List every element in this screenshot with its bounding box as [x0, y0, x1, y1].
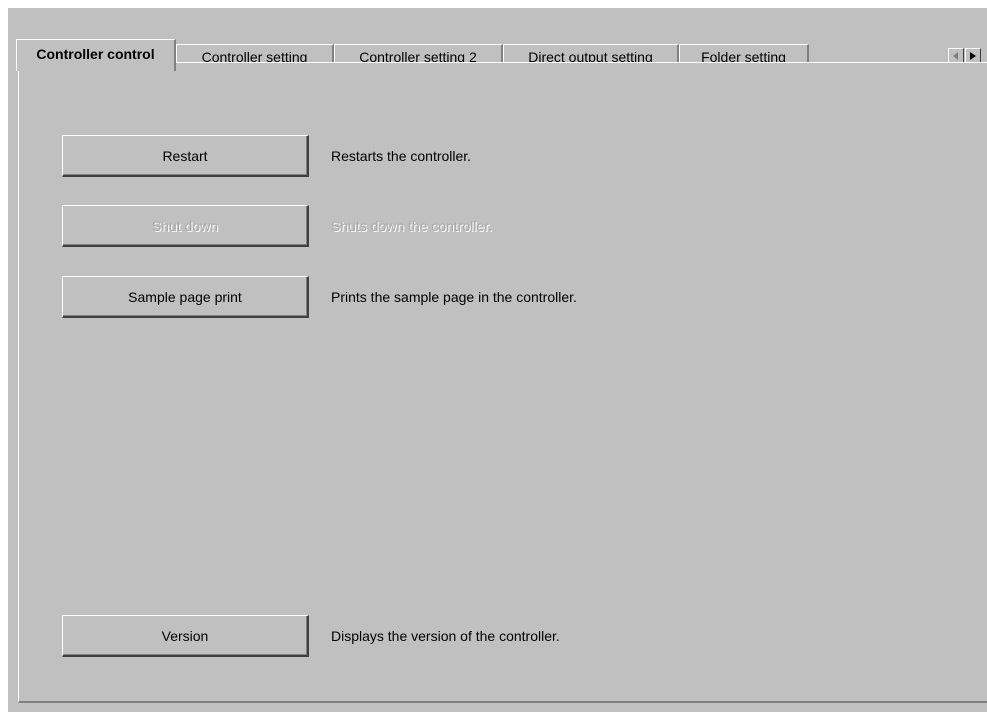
shutdown-button[interactable]: Shut down [62, 205, 309, 247]
version-description: Displays the version of the controller. [331, 628, 560, 644]
restart-button[interactable]: Restart [62, 135, 309, 177]
sample-page-print-button[interactable]: Sample page print [62, 276, 309, 318]
tab-panel-controller-control: Restart Restarts the controller. Shut do… [18, 62, 987, 703]
tab-label: Controller control [36, 46, 155, 62]
shutdown-description: Shuts down the controller. [331, 218, 493, 234]
version-button[interactable]: Version [62, 615, 309, 657]
sample-page-print-description: Prints the sample page in the controller… [331, 289, 577, 305]
restart-description: Restarts the controller. [331, 148, 472, 164]
tab-controller-control[interactable]: Controller control [16, 39, 176, 71]
window: Controller control Controller setting Co… [8, 8, 987, 712]
